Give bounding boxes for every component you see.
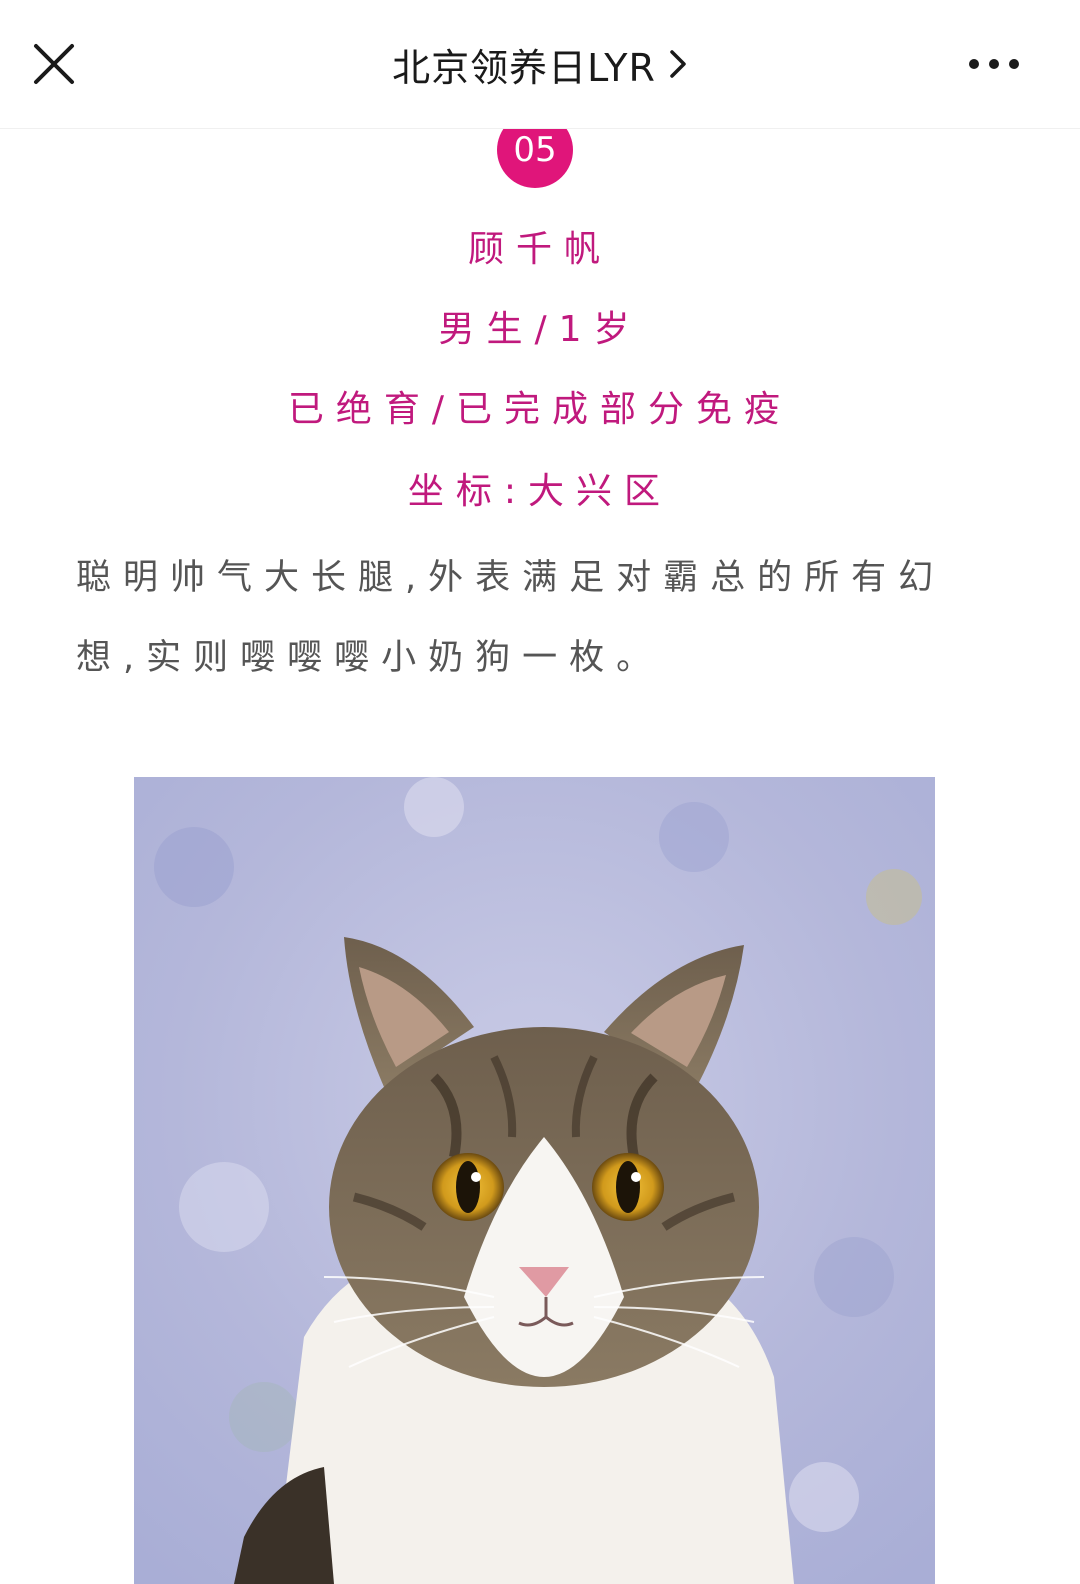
pet-name: 顾千帆 (467, 229, 612, 270)
pet-description: 聪明帅气大长腿,外表满足对霸总的所有幻想,实则嘤嘤嘤小奶狗一枚。 (76, 558, 946, 678)
cat-photo[interactable] (134, 777, 935, 1584)
pet-medical-status: 已绝育/已完成部分免疫 (287, 389, 793, 430)
chevron-right-icon (668, 48, 688, 80)
more-icon (969, 59, 1019, 69)
entry-number-badge: 05 (497, 128, 573, 188)
pet-location: 坐标:大兴区 (407, 471, 673, 512)
pet-gender-age: 男生/1岁 (438, 309, 642, 350)
account-title-link[interactable]: 北京领养日LYR (240, 0, 840, 128)
article-content: 05 顾千帆 男生/1岁 已绝育/已完成部分免疫 坐标:大兴区 聪明帅气大长腿,… (0, 128, 1080, 1584)
more-options-button[interactable] (964, 44, 1024, 84)
article-page: 北京领养日LYR 05 顾千帆 男生/1岁 已绝育/已完成部分免疫 坐标:大兴区… (0, 0, 1080, 1584)
account-title: 北京领养日LYR (392, 45, 656, 90)
close-button[interactable] (28, 38, 80, 90)
close-icon (34, 44, 74, 84)
top-navbar: 北京领养日LYR (0, 0, 1080, 129)
